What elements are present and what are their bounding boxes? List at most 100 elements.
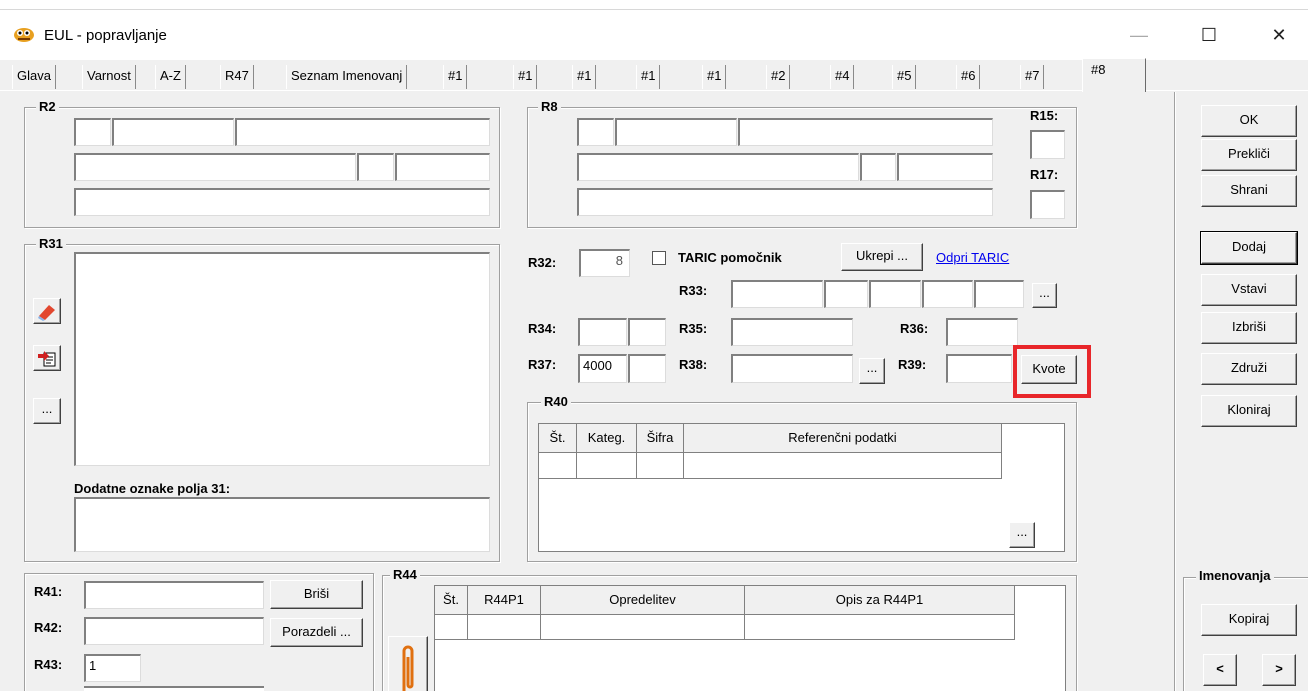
window-title: EUL - popravljanje	[44, 27, 167, 44]
dodaj-button[interactable]: Dodaj	[1200, 231, 1298, 265]
r43-next-field[interactable]	[84, 686, 264, 691]
brisi-button[interactable]: Briši	[270, 580, 363, 609]
r8-field-2[interactable]	[615, 118, 737, 146]
tab-glava[interactable]: Glava	[12, 65, 56, 89]
r40-row-cell[interactable]	[684, 453, 1002, 479]
r15-label: R15:	[1030, 108, 1059, 123]
r32-field[interactable]: 8	[579, 249, 630, 277]
tab-1d[interactable]: #1	[636, 65, 661, 89]
r2-field-1[interactable]	[74, 118, 111, 146]
r8-field-6[interactable]	[897, 153, 993, 181]
r37-field[interactable]: 4000	[578, 354, 627, 383]
r33-more-button[interactable]: ...	[1032, 283, 1057, 308]
r44-row-cell[interactable]	[435, 615, 468, 640]
odpri-taric-link[interactable]: Odpri TARIC	[936, 250, 1009, 265]
r44-row-cell[interactable]	[745, 615, 1015, 640]
tab-8[interactable]: #8	[1082, 58, 1146, 92]
r8-field-3[interactable]	[738, 118, 993, 146]
minimize-button[interactable]: —	[1116, 18, 1162, 52]
shrani-button[interactable]: Shrani	[1201, 175, 1297, 207]
r2-field-4[interactable]	[74, 153, 356, 181]
r33-field-2[interactable]	[824, 280, 868, 308]
eraser-icon	[38, 305, 55, 321]
r2-field-3[interactable]	[235, 118, 490, 146]
tab-1a[interactable]: #1	[443, 65, 468, 89]
izbrisi-button[interactable]: Izbriši	[1201, 312, 1297, 344]
r44-row-cell[interactable]	[468, 615, 541, 640]
r44-row-cell[interactable]	[541, 615, 745, 640]
porazdeli-button[interactable]: Porazdeli ...	[270, 618, 363, 647]
kloniraj-button[interactable]: Kloniraj	[1201, 395, 1297, 427]
r37-field-2[interactable]	[628, 354, 666, 383]
taric-helper-checkbox[interactable]	[652, 251, 666, 265]
r2-field-7[interactable]	[74, 188, 490, 216]
r40-row-cell[interactable]	[637, 453, 684, 479]
tab-7[interactable]: #7	[1020, 65, 1045, 89]
r40-row-cell[interactable]	[577, 453, 637, 479]
tab-varnost[interactable]: Varnost	[82, 65, 136, 89]
r39-field[interactable]	[946, 354, 1012, 383]
preklici-button[interactable]: Prekliči	[1201, 139, 1297, 171]
vstavi-button[interactable]: Vstavi	[1201, 274, 1297, 306]
r17-field[interactable]	[1030, 190, 1065, 219]
r41-field[interactable]	[84, 581, 264, 609]
r40-row-cell[interactable]	[539, 453, 577, 479]
eraser-button[interactable]	[33, 298, 61, 324]
close-button[interactable]: ✕	[1256, 18, 1302, 52]
paste-button[interactable]	[33, 345, 61, 371]
r33-field-1[interactable]	[731, 280, 823, 308]
r44-col-st: Št.	[435, 586, 468, 615]
r33-field-5[interactable]	[974, 280, 1024, 308]
r33-field-4[interactable]	[922, 280, 973, 308]
maximize-button[interactable]: ☐	[1186, 18, 1232, 52]
tab-a-z[interactable]: A-Z	[155, 65, 186, 89]
kvote-button[interactable]: Kvote	[1021, 355, 1077, 384]
tab-1e[interactable]: #1	[702, 65, 727, 89]
r34-field-2[interactable]	[628, 318, 666, 346]
r8-field-1[interactable]	[577, 118, 614, 146]
next-button[interactable]: >	[1262, 654, 1296, 686]
r44-col-opredelitev: Opredelitev	[541, 586, 745, 615]
r2-field-5[interactable]	[357, 153, 394, 181]
dodatne-label: Dodatne oznake polja 31:	[74, 481, 231, 496]
r40-table[interactable]: Št. Kateg. Šifra Referenčni podatki	[538, 423, 1065, 552]
tab-1c[interactable]: #1	[572, 65, 597, 89]
r43-field[interactable]: 1	[84, 654, 141, 682]
tab-r47[interactable]: R47	[220, 65, 254, 89]
r31-more-button[interactable]: ...	[33, 398, 61, 424]
r31-label: R31	[36, 236, 66, 251]
tab-1b[interactable]: #1	[513, 65, 538, 89]
r40-more-button[interactable]: ...	[1009, 522, 1035, 548]
r44-table[interactable]: Št. R44P1 Opredelitev Opis za R44P1	[434, 585, 1066, 691]
tab-4[interactable]: #4	[830, 65, 855, 89]
paperclip-icon	[402, 645, 414, 691]
r34-field-1[interactable]	[578, 318, 627, 346]
tab-5[interactable]: #5	[892, 65, 917, 89]
zdruzi-button[interactable]: Združi	[1201, 353, 1297, 385]
tab-seznam-imenovanj[interactable]: Seznam Imenovanj	[286, 65, 408, 89]
r17-label: R17:	[1030, 167, 1059, 182]
r2-field-6[interactable]	[395, 153, 490, 181]
ok-button[interactable]: OK	[1201, 105, 1297, 137]
r31-textarea[interactable]	[74, 252, 490, 466]
r38-field[interactable]	[731, 354, 853, 383]
previous-button[interactable]: <	[1203, 654, 1237, 686]
r2-field-2[interactable]	[112, 118, 234, 146]
attachment-button[interactable]	[388, 636, 428, 691]
r36-field[interactable]	[946, 318, 1018, 346]
r8-field-7[interactable]	[577, 188, 993, 216]
r40-col-sifra: Šifra	[637, 424, 684, 453]
tab-6[interactable]: #6	[956, 65, 981, 89]
tab-2[interactable]: #2	[766, 65, 791, 89]
r8-field-5[interactable]	[860, 153, 896, 181]
r15-field[interactable]	[1030, 130, 1065, 159]
r8-field-4[interactable]	[577, 153, 859, 181]
kopiraj-button[interactable]: Kopiraj	[1201, 604, 1297, 636]
dodatne-field[interactable]	[74, 497, 490, 552]
r42-field[interactable]	[84, 617, 264, 645]
r38-more-button[interactable]: ...	[859, 358, 885, 384]
r40-col-referencni: Referenčni podatki	[684, 424, 1002, 453]
r35-field[interactable]	[731, 318, 853, 346]
r33-field-3[interactable]	[869, 280, 921, 308]
ukrepi-button[interactable]: Ukrepi ...	[841, 243, 923, 271]
